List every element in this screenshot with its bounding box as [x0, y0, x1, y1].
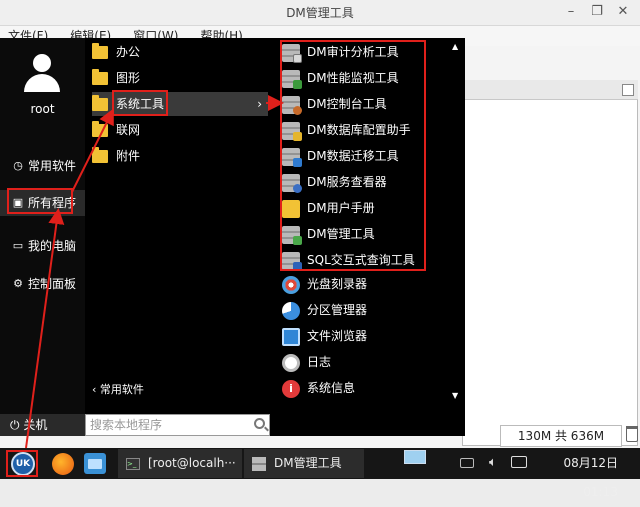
category-accessories[interactable]: 附件: [92, 144, 268, 168]
app-label: 文件浏览器: [307, 329, 368, 343]
folder-icon: [92, 94, 108, 111]
task-label: [root@localh···: [148, 456, 236, 470]
file-manager-icon[interactable]: [84, 453, 106, 474]
username-label: root: [30, 102, 55, 116]
firefox-icon[interactable]: [52, 453, 74, 475]
app-file-browser[interactable]: 文件浏览器: [282, 324, 458, 349]
dm-manager-icon: [252, 456, 266, 471]
category-office[interactable]: 办公: [92, 40, 268, 64]
category-label: 图形: [116, 71, 141, 85]
app-partition-manager[interactable]: 分区管理器: [282, 298, 458, 323]
category-network[interactable]: 联网: [92, 118, 268, 142]
scroll-down-icon[interactable]: ▼: [452, 391, 458, 400]
folder-icon: [92, 120, 108, 137]
user-avatar[interactable]: [24, 54, 60, 92]
keyboard-icon[interactable]: [460, 458, 474, 468]
trash-icon[interactable]: [626, 426, 638, 442]
file-browser-icon: [282, 327, 300, 346]
monitor-icon: ▭: [12, 239, 24, 252]
search-input[interactable]: 搜索本地程序: [85, 414, 270, 436]
folder-icon: [92, 42, 108, 59]
volume-icon[interactable]: 🔈︎: [489, 455, 497, 470]
right-panel: [462, 80, 638, 446]
power-label: 关机: [23, 418, 48, 432]
app-log[interactable]: 日志: [282, 350, 458, 375]
chevron-left-icon: ‹: [92, 383, 100, 396]
clock[interactable]: 08月12日 01:13: [534, 449, 618, 499]
power-button[interactable]: ⏻ 关机: [0, 414, 85, 436]
power-icon: ⏻: [10, 418, 20, 432]
maximize-icon[interactable]: ❐: [586, 2, 608, 22]
folder-icon: [92, 146, 108, 163]
screen-icon[interactable]: [404, 450, 426, 464]
annotation-box-all-programs: [7, 188, 73, 214]
annotation-box-system-tools: [112, 90, 168, 116]
gear-icon: ⚙: [13, 277, 23, 290]
category-label: 附件: [116, 149, 141, 163]
sidebar-item-label: 控制面板: [28, 277, 77, 291]
category-label: 联网: [116, 123, 141, 137]
sidebar-item-my-computer[interactable]: ▭ 我的电脑: [0, 233, 85, 259]
app-label: 系统信息: [307, 381, 356, 395]
start-button[interactable]: [6, 450, 38, 477]
clock-icon: ◷: [13, 159, 23, 172]
sidebar-item-label: 我的电脑: [28, 239, 77, 253]
terminal-icon: >_: [126, 457, 140, 470]
app-label: 日志: [307, 355, 332, 369]
log-icon: [282, 353, 300, 372]
search-icon[interactable]: [254, 418, 265, 429]
taskbar-dm-manager[interactable]: DM管理工具: [244, 449, 364, 478]
back-label: 常用软件: [99, 383, 144, 396]
app-label: 光盘刻录器: [307, 277, 368, 291]
minimize-icon[interactable]: –: [560, 2, 582, 22]
task-label: DM管理工具: [274, 456, 342, 470]
sidebar-item-common-software[interactable]: ◷ 常用软件: [0, 153, 85, 179]
disc-icon: [282, 275, 300, 294]
folder-icon: [92, 68, 108, 85]
sidebar-item-control-panel[interactable]: ⚙ 控制面板: [0, 271, 85, 297]
category-graphics[interactable]: 图形: [92, 66, 268, 90]
window-title: DM管理工具: [0, 0, 640, 26]
taskbar-terminal[interactable]: >_ [root@localh···: [118, 449, 242, 478]
app-label: 分区管理器: [307, 303, 368, 317]
category-label: 办公: [116, 45, 141, 59]
app-system-info[interactable]: i 系统信息: [282, 376, 458, 401]
close-icon[interactable]: ✕: [612, 2, 634, 22]
back-to-common-button[interactable]: ‹ 常用软件: [92, 380, 268, 400]
memory-status: 130M 共 636M: [500, 425, 622, 447]
annotation-box-dm-apps: [280, 40, 426, 271]
panel-maximize-icon[interactable]: [622, 84, 634, 96]
panel-header: [462, 80, 638, 100]
sidebar-item-label: 常用软件: [28, 159, 77, 173]
network-icon[interactable]: [511, 456, 527, 468]
chevron-right-icon: ›: [257, 97, 262, 111]
partition-icon: [282, 301, 300, 320]
app-disc-burner[interactable]: 光盘刻录器: [282, 272, 458, 297]
info-icon: i: [282, 379, 300, 398]
